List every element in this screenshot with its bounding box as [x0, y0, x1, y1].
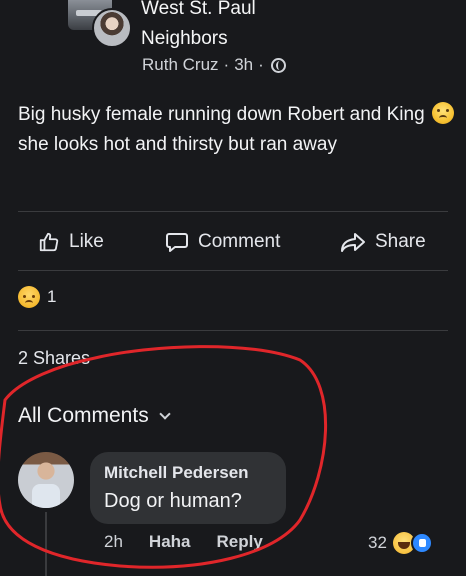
comment-author[interactable]: Mitchell Pedersen	[104, 462, 272, 484]
thumbs-up-icon	[38, 231, 60, 253]
comment-filter-label: All Comments	[18, 404, 149, 427]
comment-filter-dropdown[interactable]: All Comments	[18, 404, 171, 428]
comment-text: Dog or human?	[104, 490, 242, 512]
share-arrow-icon	[340, 231, 366, 253]
reaction-summary[interactable]: 1	[18, 286, 56, 308]
post-text-part1: Big husky female running down Robert and…	[18, 104, 430, 125]
shares-count-link[interactable]: 2 Shares	[18, 348, 90, 369]
post-meta: Ruth Cruz · 3h ·	[142, 55, 286, 75]
like-reaction-icon	[410, 532, 433, 554]
comment-bubble: Mitchell Pedersen Dog or human?	[90, 452, 286, 524]
comment-time[interactable]: 2h	[104, 532, 123, 552]
like-label: Like	[69, 231, 104, 252]
share-button[interactable]: Share	[340, 222, 426, 262]
comment-reaction-summary[interactable]: 32	[368, 532, 433, 554]
post-text-part2: she looks hot and thirsty but ran away	[18, 134, 337, 155]
thread-line	[45, 512, 47, 576]
author-name[interactable]: Ruth Cruz	[142, 55, 219, 75]
commenter-avatar[interactable]	[18, 452, 74, 508]
comment-react-button[interactable]: Haha	[149, 532, 191, 552]
divider	[18, 330, 448, 331]
divider	[18, 211, 448, 212]
meta-separator: ·	[223, 55, 230, 74]
group-name-link[interactable]: West St. Paul Neighbors	[141, 0, 341, 54]
reaction-count: 1	[47, 287, 57, 306]
comment-label: Comment	[198, 231, 281, 252]
post-action-bar: Like Comment Share	[0, 222, 466, 262]
post-time[interactable]: 3h	[234, 55, 253, 75]
post-header: West St. Paul Neighbors Ruth Cruz · 3h ·	[0, 0, 466, 90]
comment-reaction-count: 32	[368, 533, 387, 552]
chevron-down-icon	[159, 408, 171, 420]
comment-reply-button[interactable]: Reply	[217, 532, 263, 552]
globe-icon	[270, 57, 286, 73]
group-name-line2: Neighbors	[141, 28, 228, 49]
divider	[18, 270, 448, 271]
comment-action-row: 2h Haha Reply	[104, 532, 263, 552]
comment-bubble-icon	[165, 231, 189, 253]
comment-button[interactable]: Comment	[165, 222, 280, 262]
group-name-line1: West St. Paul	[141, 0, 256, 19]
share-label: Share	[375, 231, 426, 252]
sad-reaction-icon	[18, 286, 40, 308]
post-body: Big husky female running down Robert and…	[18, 100, 458, 160]
author-avatar[interactable]	[92, 8, 132, 48]
like-button[interactable]: Like	[38, 222, 104, 262]
sweating-face-emoji	[431, 102, 454, 124]
meta-separator-2: ·	[258, 55, 264, 74]
